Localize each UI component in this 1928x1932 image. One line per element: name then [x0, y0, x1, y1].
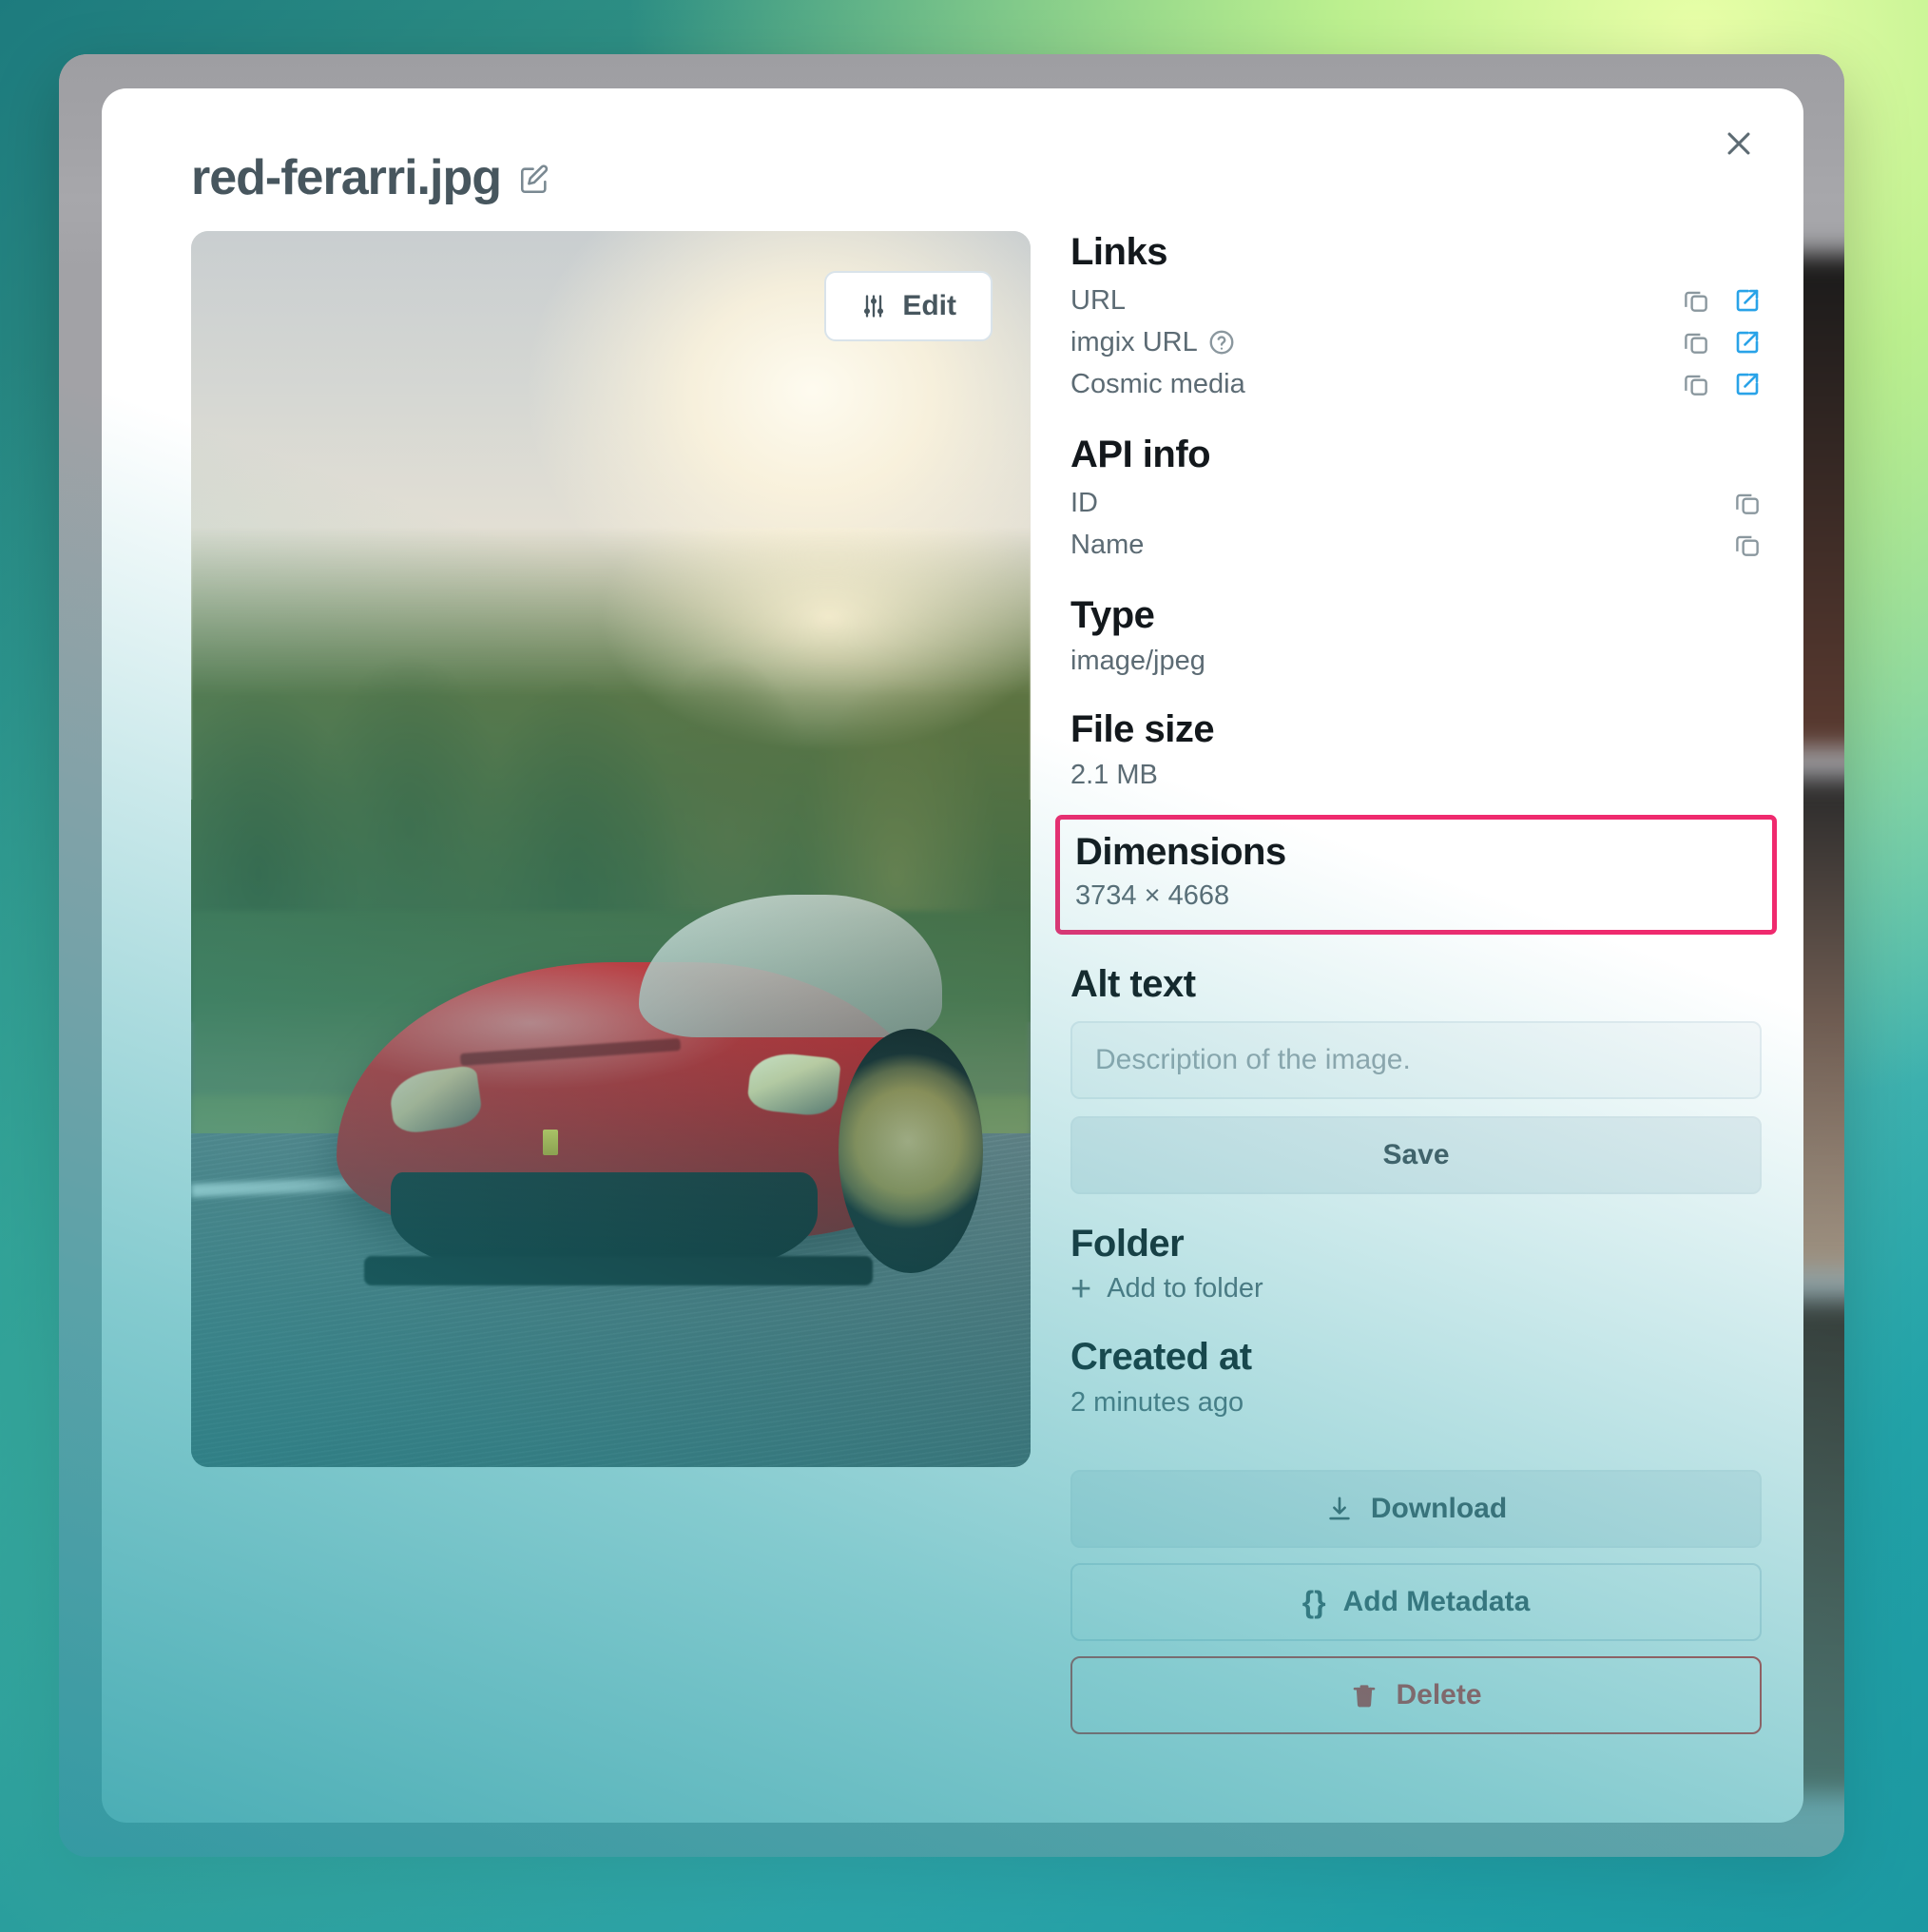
type-heading: Type	[1070, 594, 1155, 636]
edit-pencil-square-icon[interactable]	[518, 164, 550, 196]
page-title: red-ferarri.jpg	[191, 150, 502, 205]
question-circle-icon[interactable]	[1207, 328, 1236, 357]
link-row-url: URL	[1070, 280, 1762, 321]
edit-image-label: Edit	[902, 290, 956, 321]
link-label-imgix-url: imgix URL	[1070, 327, 1236, 358]
copy-name-button[interactable]	[1733, 531, 1762, 559]
open-imgix-url-button[interactable]	[1733, 328, 1762, 357]
modal-header: red-ferarri.jpg	[102, 88, 1803, 203]
copy-url-button[interactable]	[1682, 286, 1710, 315]
download-button[interactable]: Download	[1070, 1470, 1762, 1549]
add-metadata-button[interactable]: {} Add Metadata	[1070, 1563, 1762, 1642]
add-to-folder-button[interactable]: + Add to folder	[1070, 1271, 1762, 1307]
dimensions-highlight: Dimensions 3734 × 4668	[1055, 814, 1777, 935]
close-button[interactable]	[1708, 113, 1769, 174]
link-label-url: URL	[1070, 284, 1127, 316]
type-value: image/jpeg	[1070, 646, 1205, 676]
details-sidebar: Links URL imgix URL Cosmic media API inf…	[1031, 231, 1803, 1735]
action-buttons: Download {} Add Metadata Delete	[1070, 1470, 1762, 1735]
api-row-name: Name	[1070, 524, 1762, 566]
add-to-folder-label: Add to folder	[1107, 1273, 1263, 1304]
open-cosmic-media-button[interactable]	[1733, 370, 1762, 398]
delete-button[interactable]: Delete	[1070, 1656, 1762, 1735]
download-icon	[1329, 1497, 1350, 1520]
api-info-heading: API info	[1070, 434, 1211, 475]
plus-icon: +	[1070, 1268, 1092, 1309]
open-url-button[interactable]	[1733, 286, 1762, 315]
download-label: Download	[1370, 1493, 1508, 1525]
copy-cosmic-media-button[interactable]	[1682, 370, 1710, 398]
media-details-modal: red-ferarri.jpg Edit Links URL imgix URL…	[102, 88, 1803, 1823]
external-link-icon	[1736, 331, 1759, 354]
edit-image-button[interactable]: Edit	[824, 271, 993, 341]
sliders-icon	[864, 295, 884, 318]
copy-icon	[1685, 291, 1707, 312]
copy-imgix-url-button[interactable]	[1682, 328, 1710, 357]
copy-icon	[1736, 493, 1759, 514]
dimensions-heading: Dimensions	[1075, 830, 1286, 873]
created-at-heading: Created at	[1070, 1335, 1252, 1378]
created-at-value: 2 minutes ago	[1070, 1386, 1244, 1418]
browser-window-frame: red-ferarri.jpg Edit Links URL imgix URL…	[59, 54, 1844, 1857]
link-row-cosmic-media: Cosmic media	[1070, 363, 1762, 405]
external-link-icon	[1736, 373, 1759, 396]
link-label-cosmic-media: Cosmic media	[1070, 368, 1245, 399]
copy-icon	[1685, 333, 1707, 354]
copy-id-button[interactable]	[1733, 489, 1762, 517]
save-alt-text-button[interactable]: Save	[1070, 1115, 1762, 1194]
add-metadata-label: Add Metadata	[1342, 1586, 1531, 1618]
image-preview: Edit	[191, 231, 1031, 1467]
preview-photo	[191, 231, 1031, 1467]
api-label-name: Name	[1070, 529, 1145, 560]
api-row-id: ID	[1070, 482, 1762, 524]
dimensions-value: 3734 × 4668	[1075, 879, 1230, 911]
modal-body: Edit Links URL imgix URL Cosmic media AP…	[102, 203, 1803, 1735]
file-size-value: 2.1 MB	[1070, 759, 1158, 790]
alt-text-heading: Alt text	[1070, 962, 1196, 1005]
folder-heading: Folder	[1070, 1222, 1185, 1265]
file-size-heading: File size	[1070, 707, 1215, 750]
api-label-id: ID	[1070, 487, 1098, 518]
alt-text-input[interactable]	[1070, 1020, 1762, 1099]
delete-label: Delete	[1396, 1679, 1482, 1711]
link-row-imgix-url: imgix URL	[1070, 321, 1762, 363]
photo-ferrari	[309, 886, 997, 1306]
trash-icon	[1354, 1685, 1376, 1708]
copy-icon	[1685, 375, 1707, 396]
page-root: red-ferarri.jpg Edit Links URL imgix URL…	[0, 0, 1928, 1932]
copy-icon	[1736, 535, 1759, 556]
external-link-icon	[1736, 289, 1759, 312]
curly-braces-icon: {}	[1301, 1584, 1326, 1619]
links-heading: Links	[1070, 231, 1167, 273]
close-x-icon	[1727, 132, 1750, 155]
